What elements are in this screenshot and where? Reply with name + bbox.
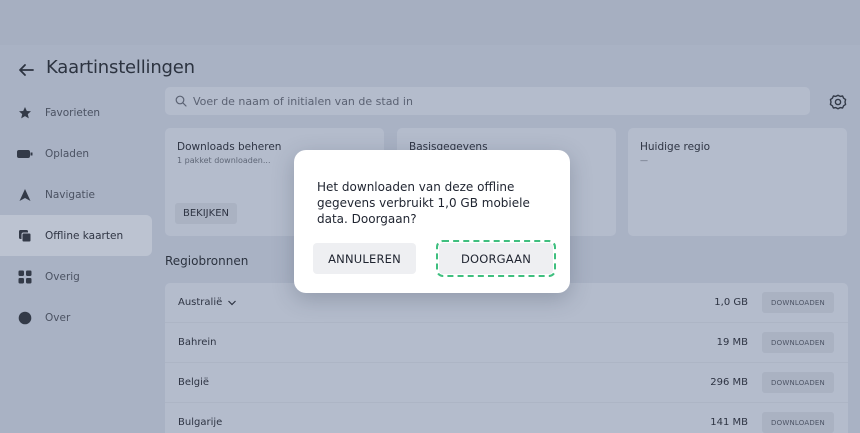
star-icon — [15, 103, 35, 123]
sidebar-item-label: Navigatie — [45, 188, 96, 201]
download-button[interactable]: DOWNLOADEN — [762, 412, 834, 433]
sidebar-item-favorieten[interactable]: Favorieten — [0, 92, 152, 133]
chevron-down-icon[interactable] — [227, 299, 237, 307]
sidebar-item-opladen[interactable]: Opladen — [0, 133, 152, 174]
region-name: Bulgarije — [178, 417, 223, 428]
sidebar-item-overig[interactable]: Overig — [0, 256, 152, 297]
sidebar-item-label: Over — [45, 311, 71, 324]
sidebar-item-label: Offline kaarten — [45, 229, 124, 242]
sidebar-item-label: Opladen — [45, 147, 90, 160]
sidebar-item-over[interactable]: Over — [0, 297, 152, 338]
cancel-button[interactable]: ANNULEREN — [313, 243, 416, 274]
list-item[interactable]: België 296 MB DOWNLOADEN — [165, 363, 848, 403]
download-button[interactable]: DOWNLOADEN — [762, 372, 834, 393]
dialog-message: Het downloaden van deze offline gegevens… — [317, 180, 530, 226]
confirm-dialog: Het downloaden van deze offline gegevens… — [294, 150, 570, 293]
search-placeholder: Voer de naam of initialen van de stad in — [193, 94, 413, 108]
battery-icon — [15, 144, 35, 164]
region-list: Australië 1,0 GB DOWNLOADEN Bahrein 19 M… — [165, 283, 848, 433]
section-title: Regiobronnen — [165, 254, 249, 268]
list-item[interactable]: Bahrein 19 MB DOWNLOADEN — [165, 323, 848, 363]
region-size: 296 MB — [710, 377, 748, 388]
sidebar: Favorieten Opladen Navigatie Offline kaa… — [0, 92, 152, 338]
card-subtitle: — — [640, 156, 648, 165]
list-item[interactable]: Bulgarije 141 MB DOWNLOADEN — [165, 403, 848, 433]
download-button[interactable]: DOWNLOADEN — [762, 292, 834, 313]
card-huidige-regio: Huidige regio — — [628, 128, 847, 236]
download-button[interactable]: DOWNLOADEN — [762, 332, 834, 353]
sidebar-item-label: Favorieten — [45, 106, 101, 119]
region-name: Bahrein — [178, 337, 217, 348]
top-strip — [0, 0, 860, 45]
region-size: 141 MB — [710, 417, 748, 428]
region-size: 1,0 GB — [714, 297, 748, 308]
region-name: Australië — [178, 297, 223, 308]
back-arrow-icon[interactable] — [16, 60, 36, 80]
map-stack-icon — [15, 226, 35, 246]
search-icon — [175, 95, 187, 107]
grid-icon — [15, 267, 35, 287]
region-size: 19 MB — [716, 337, 748, 348]
view-downloads-button[interactable]: BEKIJKEN — [175, 203, 237, 224]
continue-button[interactable]: DOORGAAN — [436, 240, 556, 277]
search-input[interactable]: Voer de naam of initialen van de stad in — [165, 87, 810, 115]
navigation-arrow-icon — [15, 185, 35, 205]
sidebar-item-offline-kaarten[interactable]: Offline kaarten — [0, 215, 152, 256]
card-title: Huidige regio — [640, 141, 711, 153]
sidebar-item-navigatie[interactable]: Navigatie — [0, 174, 152, 215]
gear-icon[interactable] — [828, 92, 848, 112]
sidebar-item-label: Overig — [45, 270, 80, 283]
page-title: Kaartinstellingen — [46, 57, 195, 78]
info-circle-icon — [15, 308, 35, 328]
region-name: België — [178, 377, 210, 388]
